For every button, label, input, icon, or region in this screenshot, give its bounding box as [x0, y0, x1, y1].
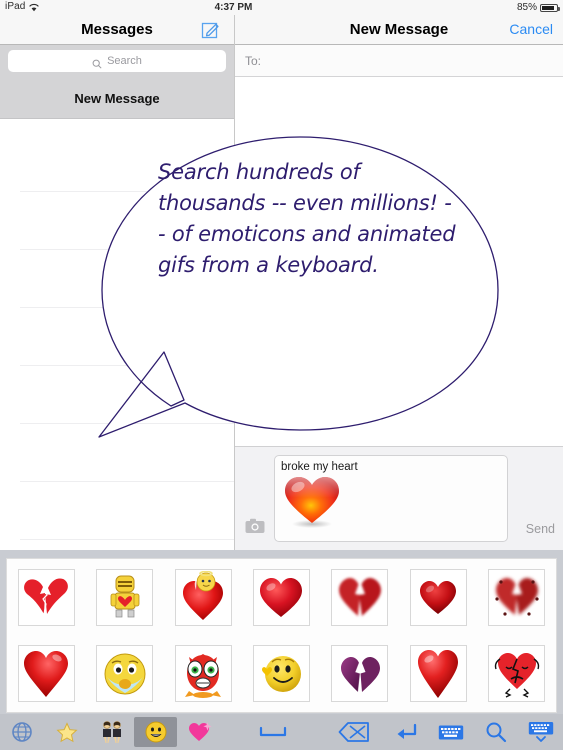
space-key[interactable] — [222, 717, 324, 747]
cancel-button[interactable]: Cancel — [509, 21, 553, 37]
globe-icon[interactable] — [0, 717, 45, 747]
status-bar-time: 4:37 PM — [214, 2, 253, 13]
search-icon[interactable] — [473, 717, 518, 747]
emoji-tile — [96, 645, 154, 703]
keyboard-toolbar — [0, 714, 563, 750]
sparkle-heart-icon[interactable] — [177, 717, 222, 747]
sidebar-item-label: New Message — [74, 90, 160, 106]
emoji-tile — [17, 568, 75, 626]
conversation-list[interactable] — [0, 134, 234, 550]
list-item[interactable] — [20, 424, 234, 482]
emoji-tall-red-heart[interactable] — [399, 636, 477, 713]
search-placeholder: Search — [107, 55, 142, 67]
emoji-red-heart[interactable] — [242, 559, 320, 636]
ipad-messages-screen: iPad 4:37 PM 85% Messages Search New Mes… — [0, 0, 563, 750]
battery-percent: 85% — [516, 2, 537, 13]
list-item[interactable] — [20, 308, 234, 366]
emoji-broken-heart-halves[interactable] — [7, 559, 85, 636]
emoji-tile — [409, 645, 467, 703]
message-text: broke my heart — [281, 461, 358, 473]
send-button[interactable]: Send — [526, 522, 555, 536]
hide-keyboard-icon[interactable] — [518, 717, 563, 747]
status-bar-right: 85% — [516, 2, 560, 13]
emoji-tile — [252, 568, 310, 626]
emoji-tile — [331, 568, 389, 626]
emoji-angel-smiley-on-heart[interactable] — [164, 559, 242, 636]
emoji-tile — [174, 645, 232, 703]
emoji-fuzzy-broken-heart[interactable] — [321, 559, 399, 636]
message-thread — [235, 77, 563, 445]
emoji-tile — [252, 645, 310, 703]
emoji-tile — [488, 568, 546, 626]
delete-key[interactable] — [324, 717, 384, 747]
emoji-sad-heart-character[interactable] — [478, 636, 556, 713]
compose-icon[interactable] — [200, 19, 222, 41]
emoji-large-red-heart[interactable] — [7, 636, 85, 713]
conversations-sidebar: Messages Search New Message — [0, 15, 235, 550]
emoji-crying-blue-smiley[interactable] — [85, 636, 163, 713]
emoji-grid — [7, 559, 556, 712]
list-item[interactable] — [20, 192, 234, 250]
emoji-page — [6, 558, 557, 713]
list-item[interactable] — [20, 250, 234, 308]
emoji-shocked-red-face[interactable] — [164, 636, 242, 713]
smiley-icon[interactable] — [134, 717, 178, 747]
status-bar: iPad 4:37 PM 85% — [0, 0, 563, 15]
compose-bar: broke my heart Send — [235, 446, 563, 550]
emoji-tile — [409, 568, 467, 626]
search-input[interactable]: Search — [8, 50, 226, 72]
emoji-tile — [488, 645, 546, 703]
sidebar-item-new-message[interactable]: New Message — [0, 78, 234, 119]
list-item[interactable] — [20, 482, 234, 540]
emoji-purple-broken-heart[interactable] — [321, 636, 399, 713]
emoji-yellow-robot-holding-heart[interactable] — [85, 559, 163, 636]
emoji-tile — [174, 568, 232, 626]
search-icon — [92, 56, 102, 69]
emoji-yellow-smiley-blowing-heart[interactable] — [242, 636, 320, 713]
keyboard-switch-icon[interactable] — [429, 717, 474, 747]
emoji-tile — [96, 568, 154, 626]
recipient-field[interactable]: To: — [235, 45, 563, 77]
list-item[interactable] — [20, 134, 234, 192]
attachment-heart-emoji — [281, 474, 343, 529]
people-icon[interactable] — [90, 717, 135, 747]
list-item[interactable] — [20, 366, 234, 424]
emoji-glossy-red-heart[interactable] — [399, 559, 477, 636]
camera-icon[interactable] — [245, 518, 265, 534]
emoji-tile — [331, 645, 389, 703]
message-input[interactable]: broke my heart — [274, 455, 508, 542]
return-key[interactable] — [384, 717, 429, 747]
emoji-keyboard — [0, 550, 563, 750]
favorites-star-icon[interactable] — [45, 717, 90, 747]
detail-navbar: New Message Cancel — [235, 15, 563, 45]
page-title: Messages — [81, 21, 153, 38]
sidebar-navbar: Messages — [0, 15, 234, 45]
emoji-tile — [17, 645, 75, 703]
to-label: To: — [245, 53, 262, 68]
battery-icon — [540, 3, 560, 12]
search-bar-container: Search — [0, 45, 234, 78]
emoji-broken-heart-with-dots[interactable] — [478, 559, 556, 636]
